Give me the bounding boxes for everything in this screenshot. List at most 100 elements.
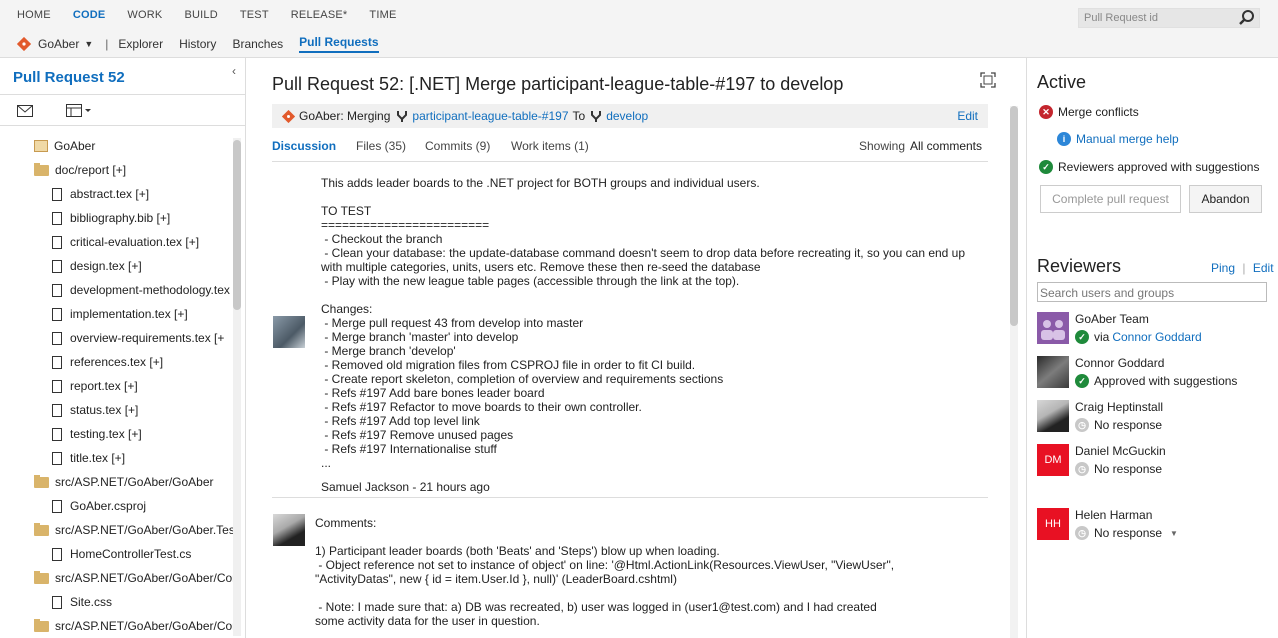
folder-item[interactable]: src/ASP.NET/GoAber/GoAber [34,472,214,492]
pull-request-search-input[interactable]: Pull Request id [1078,8,1260,28]
collapse-pane-icon[interactable]: ‹ [232,64,236,78]
project-selector[interactable]: GoAber ▼ [17,37,93,51]
hub-home[interactable]: HOME [17,9,51,21]
full-screen-icon[interactable] [980,72,996,88]
comment-filter[interactable]: All comments [910,139,982,153]
file-item[interactable]: status.tex [+] [52,400,138,420]
git-repo-icon [282,109,295,123]
reviewer-name: GoAber Team [1075,312,1149,326]
tree-item-label: Site.css [70,595,113,609]
folder-item[interactable]: GoAber [34,136,95,156]
view-options-icon[interactable] [66,104,92,117]
files-scrollbar[interactable] [233,138,241,636]
clock-icon: ◷ [1075,418,1089,432]
file-item[interactable]: design.tex [+] [52,256,142,276]
clock-icon: ◷ [1075,462,1089,476]
manual-merge-help-link[interactable]: Manual merge help [1076,132,1179,146]
reviewer-name: Connor Goddard [1075,356,1165,370]
edit-reviewers-link[interactable]: Edit [1253,261,1274,275]
file-item[interactable]: overview-requirements.tex [+ [52,328,224,348]
approval-label: Reviewers approved with suggestions [1058,160,1260,174]
file-item[interactable]: implementation.tex [+] [52,304,188,324]
nav-explorer[interactable]: Explorer [118,37,163,51]
search-placeholder: Pull Request id [1084,12,1158,24]
tree-item-label: HomeControllerTest.cs [70,547,192,561]
via-label: via [1094,330,1110,344]
tab-discussion[interactable]: Discussion [272,139,336,153]
ping-link[interactable]: Ping [1211,261,1235,275]
file-item[interactable]: development-methodology.tex [52,280,230,300]
source-branch-link[interactable]: participant-league-table-#197 [412,109,568,123]
hub-build[interactable]: BUILD [184,9,217,21]
avatar-initials: DM [1037,444,1069,476]
file-item[interactable]: abstract.tex [+] [52,184,149,204]
file-item[interactable]: bibliography.bib [+] [52,208,170,228]
file-item[interactable]: critical-evaluation.tex [+] [52,232,199,252]
tab-commits[interactable]: Commits (9) [425,139,490,153]
reviewer-status: ✓ via Connor Goddard [1075,330,1202,344]
reviewer-search-input[interactable]: Search users and groups [1037,282,1267,302]
merge-conflicts-status: ✕ Merge conflicts [1039,105,1139,119]
status-pane: Active ✕ Merge conflicts i Manual merge … [1026,58,1278,638]
hub-code[interactable]: CODE [73,9,106,21]
folder-icon [34,522,49,536]
file-item[interactable]: GoAber.csproj [52,496,146,516]
reviewer-vote: No response [1094,418,1163,432]
tab-work-items[interactable]: Work items (1) [511,139,589,153]
file-icon [52,379,62,393]
pane-title: Pull Request 52 [13,69,125,86]
hub-work[interactable]: WORK [127,9,162,21]
file-item[interactable]: testing.tex [+] [52,424,142,444]
file-item[interactable]: HomeControllerTest.cs [52,544,191,564]
group-icon [1041,320,1065,340]
nav-branches[interactable]: Branches [232,37,283,51]
edit-link[interactable]: Edit [957,109,978,123]
complete-pull-request-button[interactable]: Complete pull request [1040,185,1181,213]
divider [272,497,988,498]
mail-icon[interactable] [17,105,33,117]
hub-time[interactable]: TIME [369,9,396,21]
scrollbar-thumb[interactable] [1010,106,1018,326]
repository-icon [34,140,48,152]
tree-item-label: doc/report [+] [55,163,127,177]
file-icon [52,355,62,369]
reviewer-vote: No response [1094,462,1163,476]
reviewer-vote: Approved with suggestions [1094,374,1238,388]
reviewer-vote: No response [1094,526,1163,540]
discussion-scrollbar[interactable] [1010,106,1018,638]
manual-merge-help[interactable]: i Manual merge help [1057,132,1179,146]
scrollbar-thumb[interactable] [233,140,241,310]
tab-files[interactable]: Files (35) [356,139,406,153]
file-item[interactable]: references.tex [+] [52,352,163,372]
file-item[interactable]: title.tex [+] [52,448,125,468]
folder-item[interactable]: src/ASP.NET/GoAber/GoAber/Con [34,616,239,636]
tree-item-label: overview-requirements.tex [+ [70,331,225,345]
reviewer-status: ◷ No response [1075,462,1162,476]
hub-test[interactable]: TEST [240,9,269,21]
via-reviewer-link[interactable]: Connor Goddard [1112,330,1201,344]
file-item[interactable]: Site.css [52,592,112,612]
nav-pull-requests[interactable]: Pull Requests [299,35,379,53]
folder-item[interactable]: src/ASP.NET/GoAber/GoAber/Con [34,568,239,588]
merging-label: : Merging [340,109,391,123]
file-icon [52,451,62,465]
branch-icon [591,111,602,122]
group-avatar [1037,312,1069,344]
chevron-down-icon[interactable]: ▼ [1170,529,1178,538]
search-icon[interactable] [1238,9,1256,27]
reviewers-title: Reviewers [1037,256,1122,276]
description-author: Samuel Jackson - 21 hours ago [321,480,490,494]
nav-history[interactable]: History [179,37,216,51]
tree-item-label: critical-evaluation.tex [+] [70,235,200,249]
tree-item-label: design.tex [+] [70,259,142,273]
folder-item[interactable]: doc/report [+] [34,160,126,180]
info-icon: i [1057,132,1071,146]
tree-item-label: bibliography.bib [+] [70,211,171,225]
reviewer-status[interactable]: ◷ No response ▼ [1075,526,1178,540]
target-branch-link[interactable]: develop [606,109,648,123]
hub-release[interactable]: RELEASE* [291,9,348,21]
folder-item[interactable]: src/ASP.NET/GoAber/GoAber.Test [34,520,238,540]
check-icon: ✓ [1075,330,1089,344]
abandon-button[interactable]: Abandon [1189,185,1262,213]
file-item[interactable]: report.tex [+] [52,376,138,396]
